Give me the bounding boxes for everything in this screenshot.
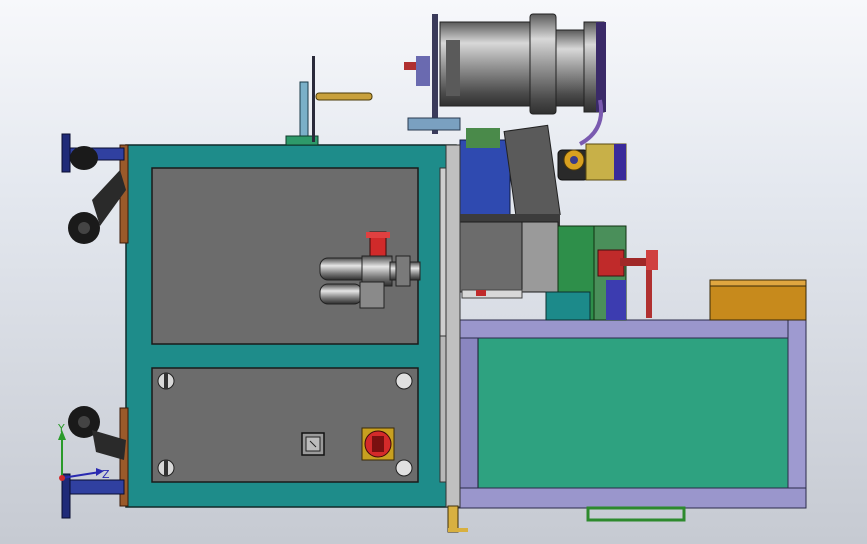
cad-viewport[interactable]: Y Z	[0, 0, 867, 544]
emergency-stop-button[interactable]	[361, 427, 395, 461]
panel-screw-top-right	[395, 372, 413, 390]
panel-screw-bottom-right	[395, 459, 413, 477]
lower-control-panel	[151, 367, 419, 483]
triad-z-label: Z	[102, 468, 110, 481]
panel-screw-bottom-left	[157, 459, 175, 477]
panel-screw-top-left	[157, 372, 175, 390]
side-worktable	[455, 319, 807, 522]
triad-y-label: Y	[57, 422, 65, 435]
worktable-handle	[586, 506, 686, 522]
caster-wheels	[61, 133, 126, 519]
machine-drawing: Y Z	[57, 13, 807, 533]
handwheel-shaft	[285, 56, 373, 146]
tool-block	[709, 279, 807, 321]
power-outlet[interactable]	[301, 432, 325, 456]
